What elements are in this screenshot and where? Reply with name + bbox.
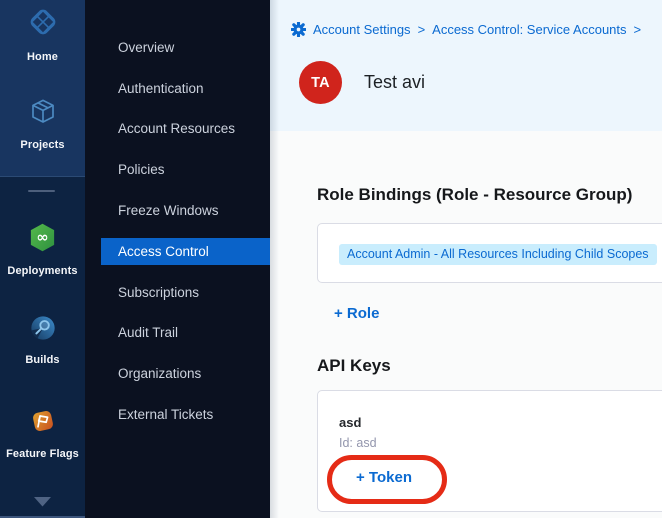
page-title: Test avi [364,72,425,93]
sidebar-item-freeze-windows[interactable]: Freeze Windows [85,190,270,231]
page-header: Account Settings > Access Control: Servi… [270,0,662,131]
sidebar-item-label: Subscriptions [118,285,199,300]
api-key-card: asd Id: asd + Token [317,390,662,512]
avatar-initials: TA [311,75,330,91]
feature-flags-flag-icon [28,406,58,441]
sidebar-item-label: Account Resources [118,121,235,136]
sidebar-item-label: Audit Trail [118,325,178,340]
rail-item-label: Builds [25,354,59,366]
api-keys-title: API Keys [317,356,391,376]
sidebar-item-external-tickets[interactable]: External Tickets [85,394,270,435]
sidebar-item-label: Overview [118,40,174,55]
role-binding-tag: Account Admin - All Resources Including … [339,244,657,265]
sidebar-item-subscriptions[interactable]: Subscriptions [85,272,270,313]
builds-magnifier-icon [29,314,57,347]
sidebar-item-audit-trail[interactable]: Audit Trail [85,313,270,354]
breadcrumb-account-settings[interactable]: Account Settings [313,22,411,37]
rail-item-deployments[interactable]: ∞ Deployments [0,222,85,277]
sidebar-item-label: External Tickets [118,407,213,422]
sidebar-item-account-resources[interactable]: Account Resources [85,109,270,150]
sidebar-item-label: Access Control [118,244,209,259]
module-rail: Home Projects ∞ Deployme [0,0,85,518]
add-token-button[interactable]: + Token [356,469,412,486]
sidebar-item-organizations[interactable]: Organizations [85,353,270,394]
api-key-name: asd [339,415,361,430]
api-key-id: Id: asd [339,436,377,450]
sidebar-item-authentication[interactable]: Authentication [85,68,270,109]
sidebar-item-label: Organizations [118,366,201,381]
breadcrumb-access-control-service-accounts[interactable]: Access Control: Service Accounts [432,22,626,37]
rail-item-feature-flags[interactable]: Feature Flags [0,406,85,460]
rail-item-projects[interactable]: Projects [0,97,85,151]
breadcrumb-separator: > [634,22,642,37]
avatar: TA [299,61,342,104]
harness-home-icon [26,5,60,44]
role-binding-tags: Account Admin - All Resources Including … [339,244,662,265]
rail-item-builds[interactable]: Builds [0,314,85,366]
gear-icon [291,22,306,37]
rail-item-home[interactable]: Home [0,5,85,63]
breadcrumb-separator: > [418,22,426,37]
breadcrumb: Account Settings > Access Control: Servi… [291,22,641,37]
selected-highlight: Access Control [101,238,270,265]
rail-item-label: Feature Flags [6,448,79,460]
sidebar-item-access-control[interactable]: Access Control [85,231,270,272]
sidebar-item-overview[interactable]: Overview [85,27,270,68]
svg-text:∞: ∞ [36,229,48,246]
sidebar-item-label: Freeze Windows [118,203,219,218]
rail-item-label: Projects [20,139,64,151]
rail-item-label: Home [27,51,58,63]
rail-divider [28,190,55,192]
projects-cube-icon [28,97,58,132]
sidebar-item-label: Authentication [118,81,204,96]
add-role-button[interactable]: + Role [334,305,379,322]
settings-sidebar: Overview Authentication Account Resource… [85,0,270,518]
role-bindings-card: Account Admin - All Resources Including … [317,223,662,283]
deployments-infinity-icon: ∞ [27,222,58,258]
sidebar-item-policies[interactable]: Policies [85,149,270,190]
sidebar-item-label: Policies [118,162,165,177]
role-bindings-title: Role Bindings (Role - Resource Group) [317,185,632,205]
main-content: Account Settings > Access Control: Servi… [270,0,662,518]
rail-item-label: Deployments [7,265,77,277]
chevron-down-icon[interactable] [34,494,51,504]
